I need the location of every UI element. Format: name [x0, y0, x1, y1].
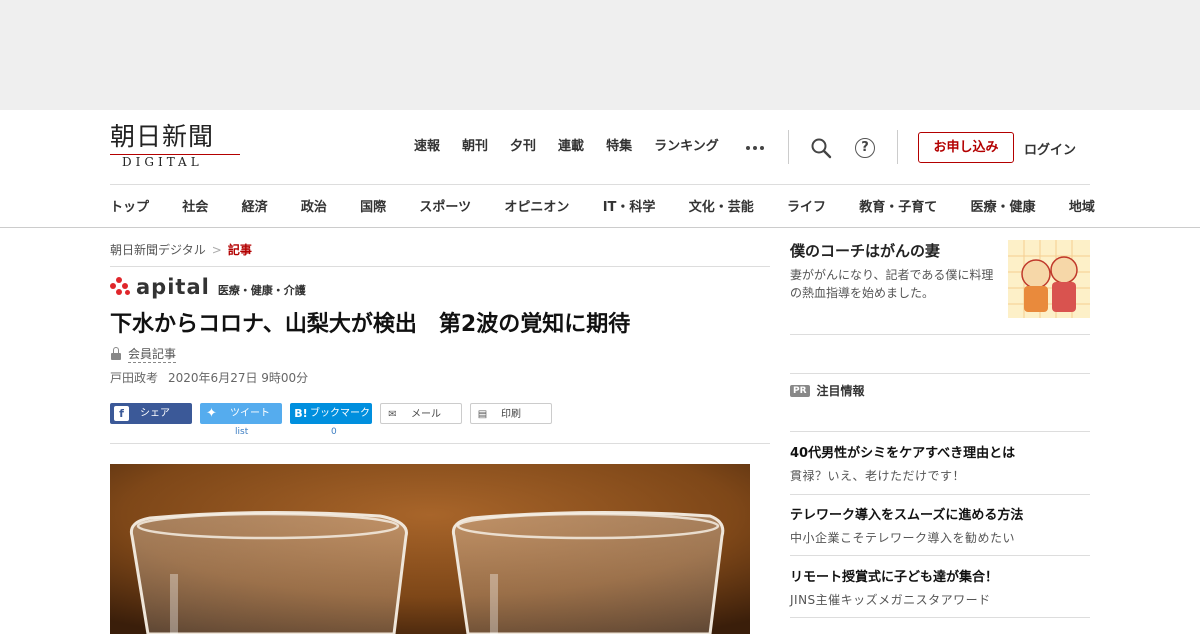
category-education[interactable]: 教育・子育て: [859, 196, 937, 215]
apital-tagline: 医療・健康・介護: [217, 284, 306, 297]
mail-label: メール: [411, 409, 441, 420]
twitter-share-label: ツイート: [230, 408, 270, 419]
hatena-bookmark-button[interactable]: B! ブックマーク: [290, 403, 372, 424]
logo-wordmark: 朝日新聞: [110, 122, 215, 151]
breadcrumb-current: 記事: [227, 243, 252, 257]
publish-date: 2020年6月27日 9時00分: [168, 371, 309, 385]
feature-description: 妻ががんになり、記者である僕に料理の熱血指導を始めました。: [790, 268, 994, 300]
category-politics[interactable]: 政治: [301, 196, 327, 215]
login-link[interactable]: ログイン: [1024, 139, 1076, 158]
nav-item-features[interactable]: 特集: [606, 138, 632, 156]
nav-item-ranking[interactable]: ランキング: [654, 138, 719, 156]
divider: [790, 617, 1090, 618]
twitter-icon: ✦: [206, 406, 217, 421]
pr-item-title: テレワーク導入をスムーズに進める方法: [790, 508, 1024, 523]
header-divider: [788, 130, 789, 164]
site-header: 朝日新聞 DIGITAL 速報 朝刊 夕刊 連載 特集 ランキング ? お申し込…: [0, 110, 1200, 228]
byline: 戸田政考 2020年6月27日 9時00分: [110, 369, 308, 386]
mail-button[interactable]: ✉ メール: [380, 403, 462, 424]
pr-header: PR 注目情報: [790, 382, 865, 399]
facebook-icon: f: [114, 406, 129, 421]
signup-button[interactable]: お申し込み: [918, 132, 1014, 163]
nav-item-evening[interactable]: 夕刊: [510, 138, 536, 156]
nav-item-breaking[interactable]: 速報: [414, 138, 440, 156]
pr-section-label: 注目情報: [816, 384, 865, 398]
breadcrumb: 朝日新聞デジタル > 記事: [110, 241, 252, 258]
facebook-share-button[interactable]: f シェア: [110, 403, 192, 424]
article-headline: 下水からコロナ、山梨大が検出 第2波の覚知に期待: [110, 312, 631, 337]
member-article-badge: 会員記事: [110, 345, 177, 363]
divider: [790, 494, 1090, 495]
divider: [790, 555, 1090, 556]
nav-item-morning[interactable]: 朝刊: [462, 138, 488, 156]
sidebar-feature[interactable]: 僕のコーチはがんの妻 妻ががんになり、記者である僕に料理の熱血指導を始めました。: [790, 240, 1090, 324]
mail-icon: ✉: [388, 409, 397, 420]
divider: [790, 373, 1090, 374]
search-icon[interactable]: [810, 137, 832, 159]
pr-item[interactable]: テレワーク導入をスムーズに進める方法 中小企業こそテレワーク導入を勧めたい: [790, 507, 1090, 546]
facebook-share-label: シェア: [140, 408, 170, 419]
apital-logo-icon: [110, 277, 132, 297]
pr-item[interactable]: 40代男性がシミをケアすべき理由とは 貫禄？いえ、老けただけです！: [790, 445, 1090, 484]
apital-name: apital: [136, 275, 210, 299]
divider: [790, 431, 1090, 432]
category-nav: トップ 社会 経済 政治 国際 スポーツ オピニオン IT・科学 文化・芸能 ラ…: [110, 196, 1095, 215]
author-name: 戸田政考: [110, 371, 159, 385]
category-it-science[interactable]: IT・科学: [603, 196, 656, 215]
category-international[interactable]: 国際: [360, 196, 386, 215]
print-button[interactable]: ▤ 印刷: [470, 403, 552, 424]
print-icon: ▤: [477, 409, 488, 420]
pr-item[interactable]: リモート授賞式に子ども達が集合！ JINS主催キッズメガニスタアワード: [790, 569, 1090, 608]
hatena-count[interactable]: 0: [331, 427, 337, 437]
divider: [110, 443, 770, 444]
site-logo[interactable]: 朝日新聞 DIGITAL: [110, 124, 242, 170]
top-nav: 速報 朝刊 夕刊 連載 特集 ランキング: [414, 138, 741, 156]
divider: [110, 266, 770, 267]
category-opinion[interactable]: オピニオン: [504, 196, 569, 215]
header-divider: [897, 130, 898, 164]
category-health[interactable]: 医療・健康: [971, 196, 1036, 215]
category-society[interactable]: 社会: [182, 196, 208, 215]
twitter-share-button[interactable]: ✦ ツイート: [200, 403, 282, 424]
more-dots-icon[interactable]: [746, 146, 764, 150]
hatena-bookmark-label: ブックマーク: [310, 408, 370, 419]
category-culture[interactable]: 文化・芸能: [689, 196, 754, 215]
logo-subtitle: DIGITAL: [122, 155, 203, 169]
feature-illustration: [1008, 240, 1090, 318]
help-icon[interactable]: ?: [855, 138, 875, 158]
breadcrumb-home[interactable]: 朝日新聞デジタル: [110, 243, 206, 257]
category-region[interactable]: 地域: [1069, 196, 1095, 215]
pr-item-title: 40代男性がシミをケアすべき理由とは: [790, 446, 1016, 461]
category-life[interactable]: ライフ: [787, 196, 826, 215]
pr-item-subtitle: 中小企業こそテレワーク導入を勧めたい: [790, 531, 1016, 545]
print-label: 印刷: [501, 409, 521, 420]
apital-brand[interactable]: apital 医療・健康・介護: [110, 276, 306, 298]
article-photo: [110, 464, 750, 634]
nav-item-series[interactable]: 連載: [558, 138, 584, 156]
divider: [790, 334, 1090, 335]
member-article-label[interactable]: 会員記事: [128, 345, 177, 363]
category-top[interactable]: トップ: [110, 196, 149, 215]
category-economy[interactable]: 経済: [242, 196, 268, 215]
ad-banner-area: [0, 0, 1200, 110]
pr-item-subtitle: JINS主催キッズメガニスタアワード: [790, 593, 991, 607]
lock-icon: [110, 347, 122, 361]
category-sports[interactable]: スポーツ: [419, 196, 471, 215]
pr-badge: PR: [790, 384, 810, 397]
breadcrumb-separator: >: [211, 243, 222, 257]
pr-item-title: リモート授賞式に子ども達が集合！: [790, 570, 999, 585]
pr-item-subtitle: 貫禄？いえ、老けただけです！: [790, 469, 966, 483]
hatena-icon: B!: [294, 407, 308, 420]
category-divider: [110, 184, 1090, 185]
twitter-count[interactable]: list: [235, 427, 248, 437]
